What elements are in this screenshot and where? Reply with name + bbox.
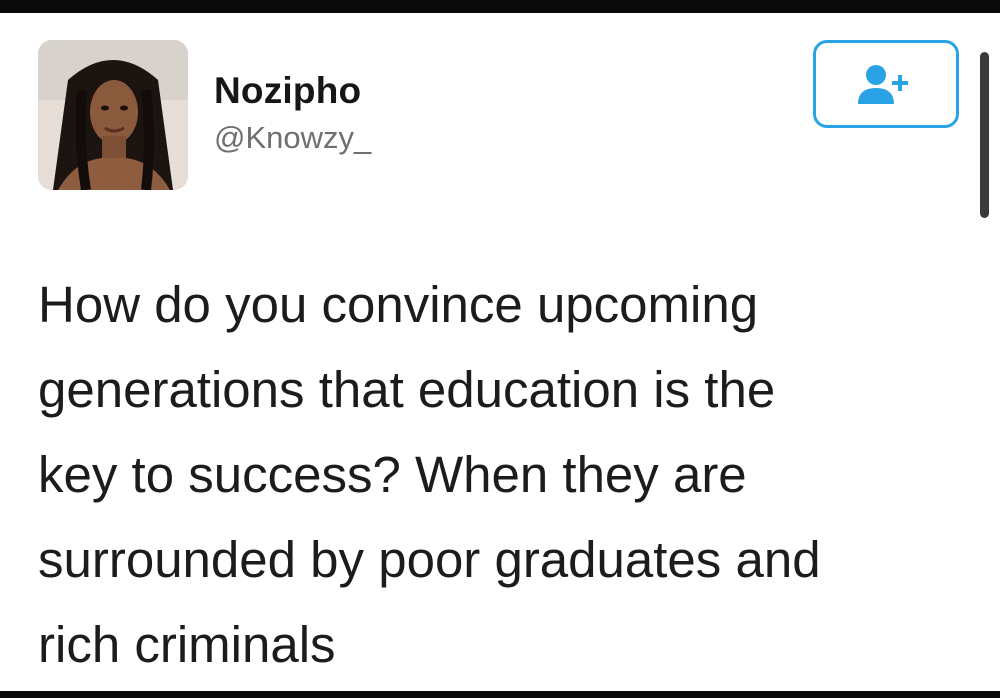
top-frame-bar [0, 0, 1000, 13]
tweet-text-line: key to success? When they are [38, 446, 747, 503]
tweet-text-line: surrounded by poor graduates and [38, 531, 821, 588]
add-user-icon [858, 65, 908, 104]
scrollbar[interactable] [980, 52, 989, 218]
author-display-name[interactable]: Nozipho [214, 70, 361, 112]
avatar[interactable] [38, 40, 188, 190]
author-handle[interactable]: @Knowzy_ [214, 120, 371, 156]
tweet-text-line: How do you convince upcoming [38, 276, 759, 333]
bottom-frame-bar [0, 691, 1000, 698]
tweet-text: How do you convince upcoming generations… [38, 262, 968, 687]
tweet-text-line: rich criminals [38, 616, 336, 673]
avatar-photo [38, 40, 188, 190]
tweet-text-line: generations that education is the [38, 361, 776, 418]
follow-button[interactable] [813, 40, 959, 128]
